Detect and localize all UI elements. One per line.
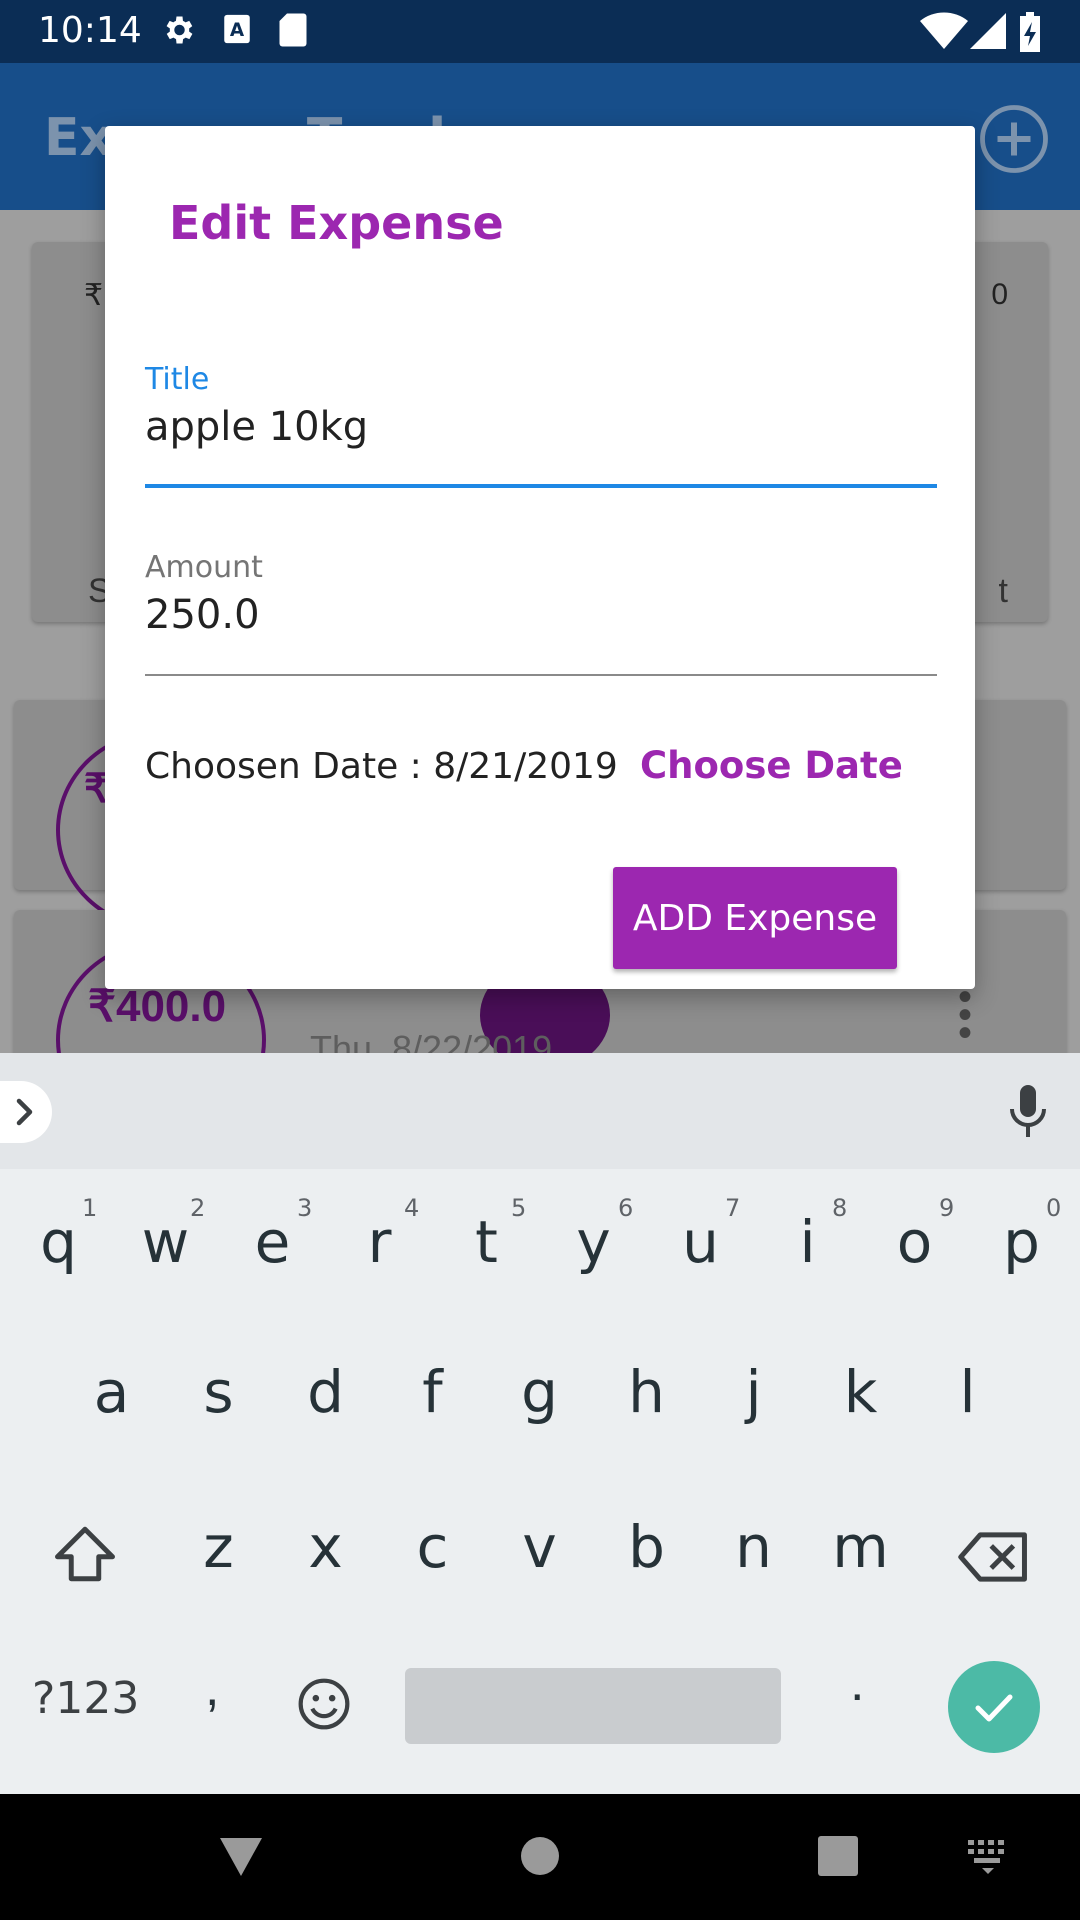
key-c[interactable]: c (379, 1513, 486, 1581)
title-input[interactable]: apple 10kg (145, 404, 368, 450)
summary-top-right: 0 (991, 278, 1008, 311)
key-hint: 0 (1046, 1194, 1062, 1222)
soft-keyboard: q 1 w 2 e 3 r 4 t 5 y 6 u 7 i 8 o 9 p 0 … (0, 1053, 1080, 1794)
key-g[interactable]: g (486, 1358, 593, 1426)
transaction-date: Thu, 8/22/2019 (310, 1028, 553, 1053)
key-hint: 8 (832, 1194, 848, 1222)
navigation-bar (0, 1794, 1080, 1920)
key-a[interactable]: a (58, 1358, 165, 1426)
key-h[interactable]: h (593, 1358, 700, 1426)
summary-bottom-right: t (998, 572, 1008, 610)
suggestion-strip (0, 1053, 1080, 1169)
add-circle-icon[interactable] (978, 103, 1050, 175)
add-expense-button[interactable]: ADD Expense (613, 867, 897, 969)
sd-card-icon (279, 13, 307, 47)
key-x[interactable]: x (272, 1513, 379, 1581)
shift-icon[interactable] (52, 1523, 118, 1585)
wifi-icon (920, 12, 968, 49)
key-hint: 6 (618, 1194, 634, 1222)
backspace-icon[interactable] (958, 1529, 1030, 1585)
key-symbols[interactable]: ?123 (32, 1673, 139, 1724)
title-input-underline (145, 484, 937, 488)
key-z[interactable]: z (165, 1513, 272, 1581)
microphone-icon[interactable] (1008, 1083, 1048, 1139)
key-n[interactable]: n (700, 1513, 807, 1581)
key-d[interactable]: d (272, 1358, 379, 1426)
summary-top-left: ₹ (84, 279, 104, 312)
emoji-icon[interactable] (296, 1676, 352, 1732)
signal-icon (970, 13, 1006, 49)
key-j[interactable]: j (700, 1358, 807, 1426)
amount-field-label: Amount (145, 550, 263, 585)
edit-expense-dialog: Edit Expense Title apple 10kg Amount 250… (105, 126, 975, 989)
key-v[interactable]: v (486, 1513, 593, 1581)
choose-date-button[interactable]: Choose Date (640, 744, 903, 787)
back-icon[interactable] (218, 1834, 264, 1878)
enter-key[interactable] (948, 1661, 1040, 1753)
spacebar[interactable] (405, 1668, 781, 1744)
keyboard-a-icon: A (224, 14, 250, 44)
key-m[interactable]: m (807, 1513, 914, 1581)
key-comma[interactable]: , (205, 1658, 219, 1718)
amount-input[interactable]: 250.0 (145, 592, 260, 638)
status-time: 10:14 (38, 10, 142, 51)
key-b[interactable]: b (593, 1513, 700, 1581)
battery-charging-icon (1020, 12, 1040, 52)
key-hint: 1 (82, 1194, 98, 1222)
check-icon (975, 1694, 1013, 1722)
keyboard-switcher-icon[interactable] (966, 1834, 1012, 1878)
key-k[interactable]: k (807, 1358, 914, 1426)
key-l[interactable]: l (914, 1358, 1021, 1426)
recents-icon[interactable] (817, 1834, 859, 1878)
key-period[interactable]: . (850, 1653, 864, 1713)
key-hint: 4 (404, 1194, 420, 1222)
svg-text:A: A (230, 20, 245, 41)
title-field-label: Title (145, 362, 210, 397)
key-s[interactable]: s (165, 1358, 272, 1426)
expand-toolbar-button[interactable] (0, 1081, 52, 1143)
key-hint: 7 (725, 1194, 741, 1222)
key-hint: 5 (511, 1194, 527, 1222)
amount-input-underline (145, 674, 937, 676)
key-hint: 3 (297, 1194, 313, 1222)
dialog-title: Edit Expense (169, 196, 504, 250)
home-icon[interactable] (520, 1834, 560, 1878)
key-f[interactable]: f (379, 1358, 486, 1426)
status-bar: 10:14 A (0, 0, 1080, 63)
chosen-date-text: Choosen Date : 8/21/2019 (145, 746, 618, 787)
chevron-right-icon (16, 1098, 33, 1126)
key-hint: 9 (939, 1194, 955, 1222)
key-hint: 2 (190, 1194, 206, 1222)
settings-icon (166, 16, 193, 44)
more-vert-icon[interactable]: • • • (958, 977, 972, 1053)
